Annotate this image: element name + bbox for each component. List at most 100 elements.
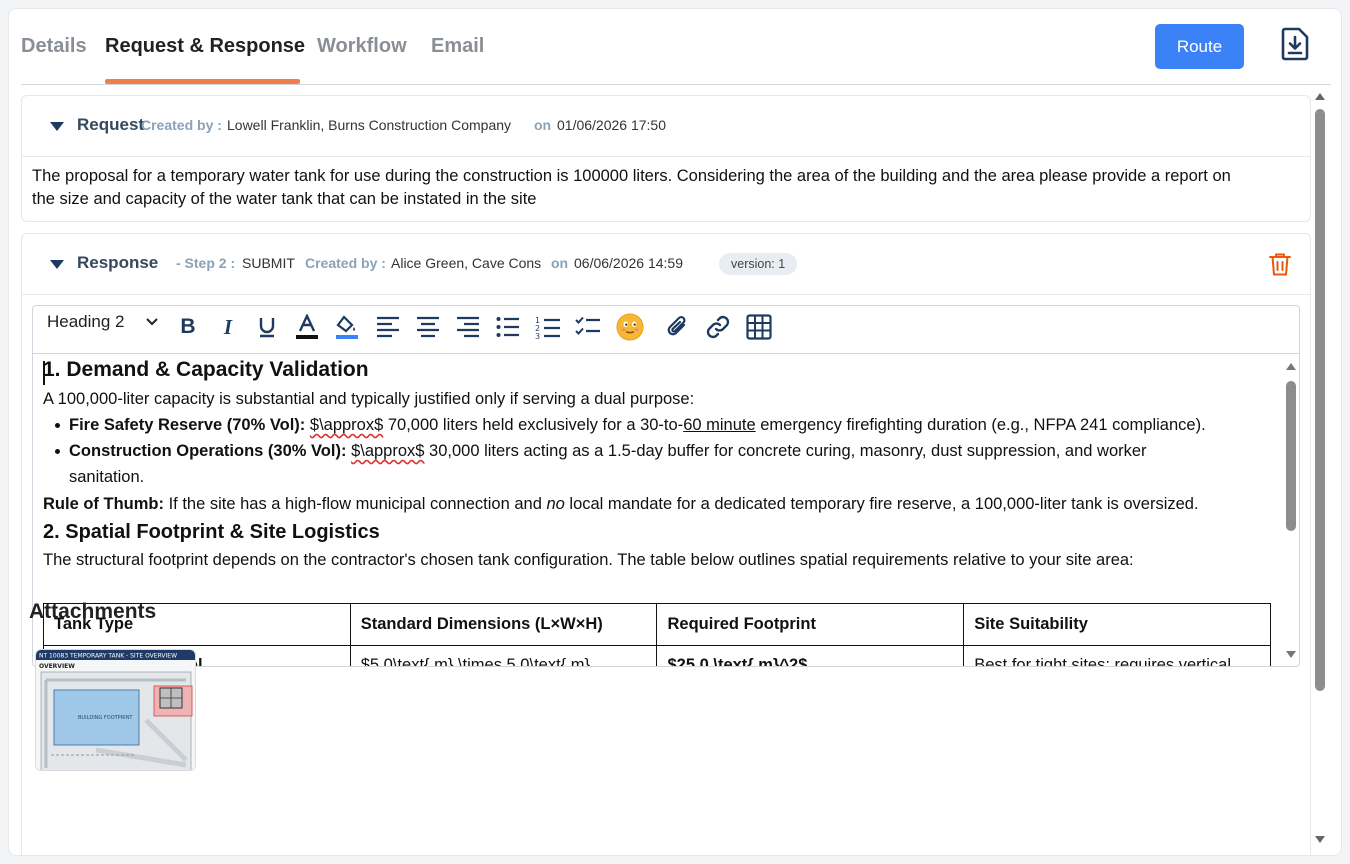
delete-trash-icon[interactable]: [1267, 251, 1293, 277]
site-plan-image: NT 10083 TEMPORARY TANK - SITE OVERVIEW …: [36, 650, 195, 770]
bold-icon: B: [180, 315, 196, 338]
scrollbar-thumb[interactable]: [1286, 381, 1296, 531]
checklist-button[interactable]: [574, 313, 602, 341]
paperclip-icon: [667, 315, 686, 336]
scroll-up-arrow-icon[interactable]: [1315, 93, 1325, 100]
on-label: on: [551, 255, 569, 271]
text-color-icon: [296, 314, 318, 339]
svg-text:NT 10083 TEMPORARY TANK - SITE: NT 10083 TEMPORARY TANK - SITE OVERVIEW: [39, 653, 177, 660]
attachments-title: Attachments: [29, 600, 157, 623]
table-icon: [746, 314, 772, 340]
request-card: Request Created by : Lowell Franklin, Bu…: [21, 95, 1311, 222]
bullet-construction-ops: Construction Operations (30% Vol): $\app…: [69, 442, 1147, 460]
active-tab-indicator: [105, 79, 300, 84]
scroll-up-arrow-icon[interactable]: [1286, 363, 1296, 370]
download-file-icon[interactable]: [1277, 26, 1313, 62]
version-badge: version: 1: [719, 253, 798, 275]
scroll-content: Request Created by : Lowell Franklin, Bu…: [21, 95, 1313, 855]
request-body-line-1: The proposal for a temporary water tank …: [32, 167, 1231, 185]
request-author: Lowell Franklin, Burns Construction Comp…: [227, 117, 512, 133]
insert-table-button[interactable]: [745, 313, 773, 341]
chevron-down-icon: [146, 318, 158, 326]
bullet-fire-safety: Fire Safety Reserve (70% Vol): $\approx$…: [69, 416, 1206, 434]
collapse-caret-icon[interactable]: [50, 122, 64, 131]
request-date: 01/06/2026 17:50: [557, 117, 666, 133]
scrollbar-thumb[interactable]: [1315, 109, 1325, 691]
bullet-list-icon: [496, 317, 519, 337]
align-left-icon: [377, 316, 399, 338]
scroll-down-arrow-icon[interactable]: [1286, 651, 1296, 658]
highlight-color-button[interactable]: [333, 313, 361, 341]
emoji-icon: [616, 313, 644, 341]
italic-button[interactable]: I: [214, 313, 242, 341]
align-right-icon: [457, 316, 479, 338]
svg-text:OVERVIEW: OVERVIEW: [39, 663, 75, 670]
heading-select[interactable]: Heading 2: [47, 312, 158, 332]
rule-of-thumb: Rule of Thumb: If the site has a high-fl…: [43, 495, 1199, 513]
table-header: Standard Dimensions (L×W×H): [349, 603, 658, 646]
tab-email[interactable]: Email: [431, 35, 484, 58]
text-color-button[interactable]: [293, 313, 321, 341]
response-author: Alice Green, Cave Cons: [391, 255, 542, 271]
table-cell: $25.0 \text{ m}^2$: [656, 645, 965, 666]
tab-request-response[interactable]: Request & Response: [105, 35, 305, 58]
route-button[interactable]: Route: [1155, 24, 1244, 69]
request-title: Request: [77, 115, 145, 134]
heading-spatial-footprint: 2. Spatial Footprint & Site Logistics: [43, 521, 380, 543]
created-by-label: Created by :: [141, 117, 222, 133]
table-header: Required Footprint: [656, 603, 965, 646]
bold-button[interactable]: B: [174, 313, 202, 341]
tab-workflow[interactable]: Workflow: [317, 35, 407, 58]
checklist-icon: [575, 316, 600, 335]
tab-details[interactable]: Details: [21, 35, 87, 58]
attach-file-button[interactable]: [664, 313, 692, 341]
paragraph-footprint: The structural footprint depends on the …: [43, 551, 1134, 569]
request-response-panel: Details Request & Response Workflow Emai…: [8, 8, 1342, 856]
align-left-button[interactable]: [374, 313, 402, 341]
editor-scrollbar[interactable]: [1283, 355, 1299, 666]
table-cell: $5.0\text{ m} \times 5.0\text{ m}: [349, 645, 658, 666]
table-header-row: Tank Type Standard Dimensions (L×W×H) Re…: [43, 603, 1271, 646]
align-right-button[interactable]: [454, 313, 482, 341]
align-center-icon: [417, 316, 439, 338]
underline-button[interactable]: [253, 313, 281, 341]
on-label: on: [534, 117, 552, 133]
response-card: Response - Step 2 : SUBMIT Created by : …: [21, 233, 1311, 855]
align-center-button[interactable]: [414, 313, 442, 341]
italic-icon: I: [223, 314, 233, 339]
heading-demand-capacity: 1. Demand & Capacity Validation: [43, 358, 369, 381]
editor-content[interactable]: 1. Demand & Capacity Validation A 100,00…: [33, 355, 1281, 666]
table-cell: Best for tight sites; requires vertical: [963, 645, 1271, 666]
numbered-list-icon: 123: [535, 316, 560, 339]
rich-text-editor[interactable]: Heading 2 B I 1 2 3 1. Demand & Capacity…: [32, 305, 1300, 667]
bullet-dot: [55, 449, 60, 454]
scroll-down-arrow-icon[interactable]: [1315, 836, 1325, 843]
bullet-list-button[interactable]: [494, 313, 522, 341]
editor-toolbar: Heading 2 B I 1 2 3: [33, 306, 1299, 354]
tank-spec-table: Tank Type Standard Dimensions (L×W×H) Re…: [43, 603, 1271, 666]
insert-link-button[interactable]: [704, 313, 732, 341]
request-header[interactable]: Request Created by : Lowell Franklin, Bu…: [22, 96, 1310, 157]
tab-bar: Details Request & Response Workflow Emai…: [21, 9, 1331, 85]
response-date: 06/06/2026 14:59: [574, 255, 683, 271]
collapse-caret-icon[interactable]: [50, 260, 64, 269]
attachment-thumbnail[interactable]: NT 10083 TEMPORARY TANK - SITE OVERVIEW …: [35, 649, 196, 771]
paint-bucket-icon: [336, 315, 358, 339]
paragraph-intro: A 100,000-liter capacity is substantial …: [43, 390, 695, 408]
created-by-label: Created by :: [305, 255, 386, 271]
step-value: SUBMIT: [242, 255, 295, 271]
underline-icon: [259, 318, 275, 338]
response-header[interactable]: Response - Step 2 : SUBMIT Created by : …: [22, 234, 1310, 295]
page-scrollbar[interactable]: [1311, 91, 1329, 853]
response-title: Response: [77, 253, 159, 272]
link-icon: [706, 315, 730, 339]
svg-text:BUILDING FOOTPRINT: BUILDING FOOTPRINT: [78, 715, 133, 721]
table-header: Site Suitability: [963, 603, 1271, 646]
table-row: Modular GRP/Steel $5.0\text{ m} \times 5…: [43, 645, 1271, 666]
bullet-construction-ops-cont: sanitation.: [69, 468, 145, 486]
request-body-line-2: the size and capacity of the water tank …: [32, 190, 537, 208]
svg-text:3: 3: [535, 332, 540, 339]
step-label: - Step 2 :: [176, 255, 236, 271]
emoji-button[interactable]: [616, 313, 644, 341]
numbered-list-button[interactable]: 123: [534, 313, 562, 341]
